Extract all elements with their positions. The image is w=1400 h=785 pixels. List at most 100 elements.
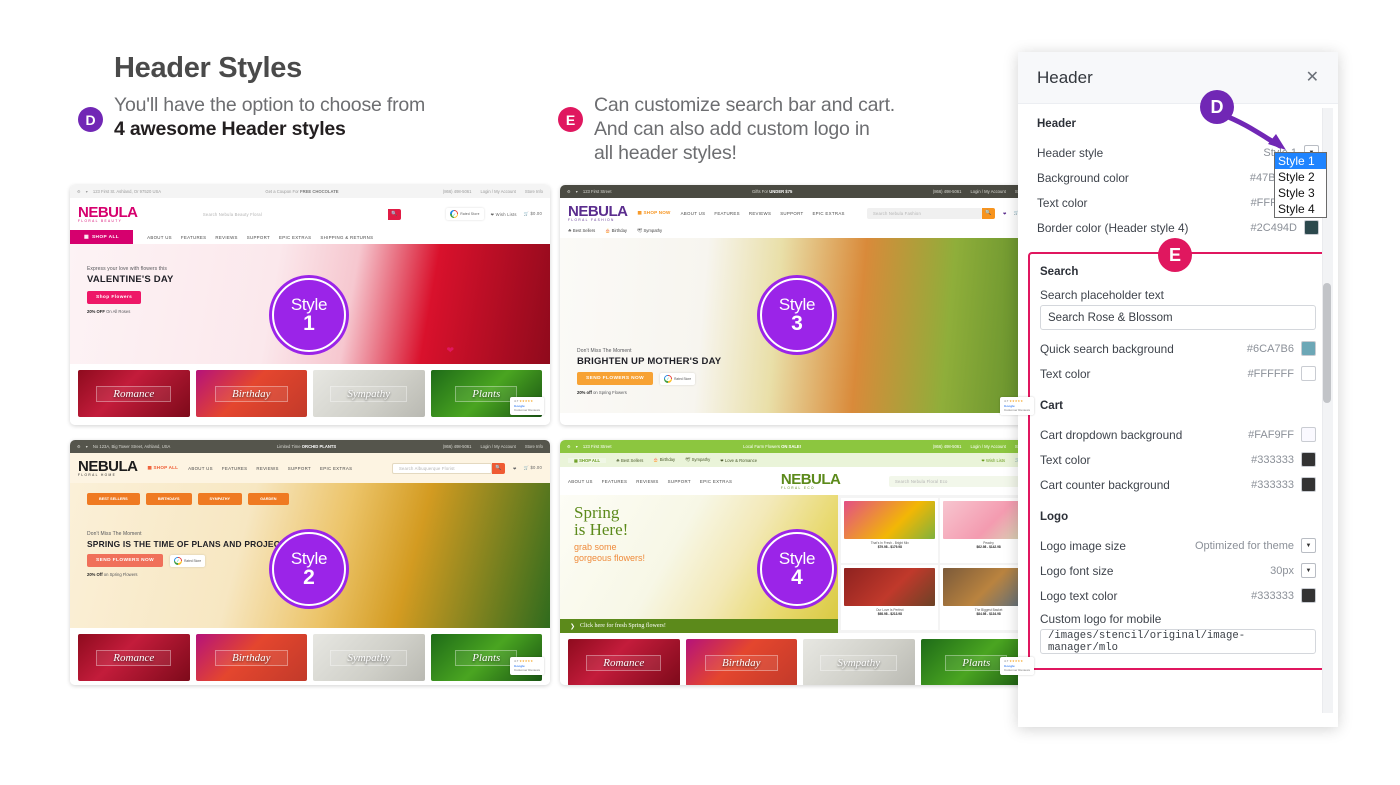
- category-pill[interactable]: SYMPATHY: [197, 493, 243, 505]
- menu-item[interactable]: REVIEWS: [215, 235, 237, 240]
- cart-link[interactable]: 🛒 $0.00: [524, 211, 542, 217]
- quick-link[interactable]: 🕊 Sympathy: [685, 457, 710, 463]
- search-input[interactable]: Search Nebula Beauty Floral 🔍: [196, 208, 401, 220]
- site-logo[interactable]: NEBULA FLORAL BEAUTY: [78, 205, 138, 223]
- wishlist-icon[interactable]: ❤: [513, 466, 517, 471]
- category-pill[interactable]: BEST SELLERS: [87, 493, 140, 505]
- quick-link[interactable]: 🎂 Birthday: [653, 457, 675, 463]
- menu-item[interactable]: FEATURES: [602, 479, 628, 484]
- search-placeholder-input[interactable]: Search Rose & Blossom: [1040, 305, 1316, 330]
- category-card[interactable]: Romance: [78, 370, 190, 417]
- site-logo[interactable]: NEBULA FLORAL ECO: [781, 472, 841, 490]
- color-swatch[interactable]: [1301, 341, 1316, 356]
- product-card[interactable]: That's In Fresh - Bright Mix $79.98 - $1…: [841, 498, 939, 563]
- menu-item[interactable]: ABOUT US: [681, 211, 706, 216]
- wishlist-link[interactable]: ❤ Wish Lists: [981, 458, 1005, 463]
- wishlist-link[interactable]: ❤ Wish Lists: [491, 212, 517, 217]
- category-card[interactable]: Romance: [78, 634, 190, 681]
- menu-item[interactable]: EPIC EXTRAS: [700, 479, 732, 484]
- menu-item[interactable]: REVIEWS: [636, 479, 658, 484]
- category-card[interactable]: Romance: [568, 639, 680, 685]
- color-swatch[interactable]: [1301, 427, 1316, 442]
- quick-link[interactable]: 🎂 Birthday: [605, 228, 627, 234]
- panel-scrollbar-thumb[interactable]: [1323, 283, 1331, 403]
- hero-cta-button[interactable]: ❯ Click here for fresh Spring flowers!: [560, 619, 839, 633]
- menu-item[interactable]: FEATURES: [714, 211, 740, 216]
- menu-item[interactable]: FEATURES: [181, 235, 207, 240]
- search-icon[interactable]: 🔍: [982, 207, 996, 219]
- search-input[interactable]: Search Nebula Floral Eco: [889, 475, 1019, 487]
- menu-item[interactable]: EPIC EXTRAS: [320, 466, 352, 471]
- menu-item[interactable]: SUPPORT: [288, 466, 311, 471]
- menu-item[interactable]: SUPPORT: [780, 211, 803, 216]
- category-pill[interactable]: GARDEN: [248, 493, 289, 505]
- account-link[interactable]: Login / My Account: [480, 189, 515, 194]
- account-link[interactable]: Login / My Account: [970, 189, 1005, 194]
- category-card[interactable]: Birthday: [195, 370, 307, 417]
- menu-item[interactable]: REVIEWS: [749, 211, 771, 216]
- shop-all-link[interactable]: ▦ SHOP ALL: [148, 465, 179, 471]
- menu-item[interactable]: REVIEWS: [256, 466, 278, 471]
- header-style-dropdown-list[interactable]: Style 1 Style 2 Style 3 Style 4: [1274, 152, 1327, 218]
- search-input[interactable]: Search Albuquerque Florist: [392, 462, 493, 474]
- account-link[interactable]: Login / My Account: [480, 444, 515, 449]
- dropdown-option-style-4[interactable]: Style 4: [1275, 201, 1326, 217]
- category-pill[interactable]: BIRTHDAYS: [145, 493, 192, 505]
- dropdown-option-style-2[interactable]: Style 2: [1275, 169, 1326, 185]
- category-card[interactable]: Birthday: [685, 639, 797, 685]
- custom-logo-mobile-input[interactable]: /images/stencil/original/image-manager/m…: [1040, 629, 1316, 654]
- quick-link[interactable]: ❤ Love & Romance: [720, 458, 757, 463]
- menu-item[interactable]: SUPPORT: [247, 235, 270, 240]
- shop-now-link[interactable]: ▦ SHOP NOW: [638, 210, 671, 216]
- quick-link[interactable]: 🕊 Sympathy: [637, 228, 662, 234]
- setting-row-cart-dropdown-background[interactable]: Cart dropdown background #FAF9FF: [1040, 422, 1316, 447]
- chevron-down-icon[interactable]: ▼: [1301, 538, 1316, 553]
- chevron-down-icon[interactable]: ▼: [1301, 563, 1316, 578]
- hero-cta-button[interactable]: SEND FLOWERS NOW: [577, 372, 654, 385]
- quick-link[interactable]: ☘ Best Sellers: [568, 228, 595, 234]
- product-card[interactable]: Our Love Is Perfect $98.98 - $213.98: [841, 565, 939, 630]
- setting-row-logo-font-size[interactable]: Logo font size 30px ▼: [1040, 558, 1316, 583]
- menu-item[interactable]: SUPPORT: [668, 479, 691, 484]
- category-card[interactable]: Birthday: [195, 634, 307, 681]
- close-icon[interactable]: ✕: [1306, 69, 1319, 86]
- color-swatch[interactable]: [1301, 477, 1316, 492]
- site-logo[interactable]: NEBULA FLORAL FASHION: [568, 204, 628, 222]
- shop-all-button[interactable]: ▦ SHOP ALL: [70, 230, 134, 244]
- search-icon[interactable]: 🔍: [387, 208, 401, 220]
- setting-row-cart-counter-background[interactable]: Cart counter background #333333: [1040, 472, 1316, 497]
- site-logo[interactable]: NEBULA FLORAL HOME: [78, 459, 138, 477]
- dropdown-option-style-3[interactable]: Style 3: [1275, 185, 1326, 201]
- setting-row-search-text-color[interactable]: Text color #FFFFFF: [1040, 361, 1316, 386]
- setting-row-quick-search-background[interactable]: Quick search background #6CA7B6: [1040, 336, 1316, 361]
- menu-item[interactable]: FEATURES: [222, 466, 248, 471]
- menu-item[interactable]: SHIPPING & RETURNS: [320, 235, 373, 240]
- search-input[interactable]: Search Nebula Fashion: [867, 207, 983, 219]
- account-link[interactable]: Login / My Account: [970, 444, 1005, 449]
- color-swatch[interactable]: [1304, 220, 1319, 235]
- category-card[interactable]: Sympathy: [313, 634, 425, 681]
- cart-link[interactable]: 🛒 $0.00: [524, 465, 542, 471]
- menu-item[interactable]: EPIC EXTRAS: [279, 235, 311, 240]
- search-icon[interactable]: 🔍: [492, 462, 506, 474]
- color-swatch[interactable]: [1301, 366, 1316, 381]
- shop-all-link[interactable]: ▦ SHOP ALL: [568, 457, 607, 463]
- quick-link[interactable]: ☘ Best Sellers: [616, 458, 643, 463]
- menu-item[interactable]: ABOUT US: [147, 235, 172, 240]
- setting-row-border-color[interactable]: Border color (Header style 4) #2C494D: [1037, 215, 1319, 240]
- setting-row-logo-image-size[interactable]: Logo image size Optimized for theme ▼: [1040, 533, 1316, 558]
- store-info-link[interactable]: Store Info: [525, 189, 543, 194]
- hero-cta-button[interactable]: Shop Flowers: [87, 291, 142, 304]
- hero-cta-button[interactable]: SEND FLOWERS NOW: [87, 554, 164, 567]
- menu-item[interactable]: ABOUT US: [188, 466, 213, 471]
- color-swatch[interactable]: [1301, 588, 1316, 603]
- category-card[interactable]: Sympathy: [313, 370, 425, 417]
- menu-item[interactable]: EPIC EXTRAS: [812, 211, 844, 216]
- category-card[interactable]: Sympathy: [803, 639, 915, 685]
- wishlist-icon[interactable]: ❤: [1003, 211, 1007, 216]
- setting-row-cart-text-color[interactable]: Text color #333333: [1040, 447, 1316, 472]
- store-info-link[interactable]: Store Info: [525, 444, 543, 449]
- color-swatch[interactable]: [1301, 452, 1316, 467]
- menu-item[interactable]: ABOUT US: [568, 479, 593, 484]
- setting-row-logo-text-color[interactable]: Logo text color #333333: [1040, 583, 1316, 608]
